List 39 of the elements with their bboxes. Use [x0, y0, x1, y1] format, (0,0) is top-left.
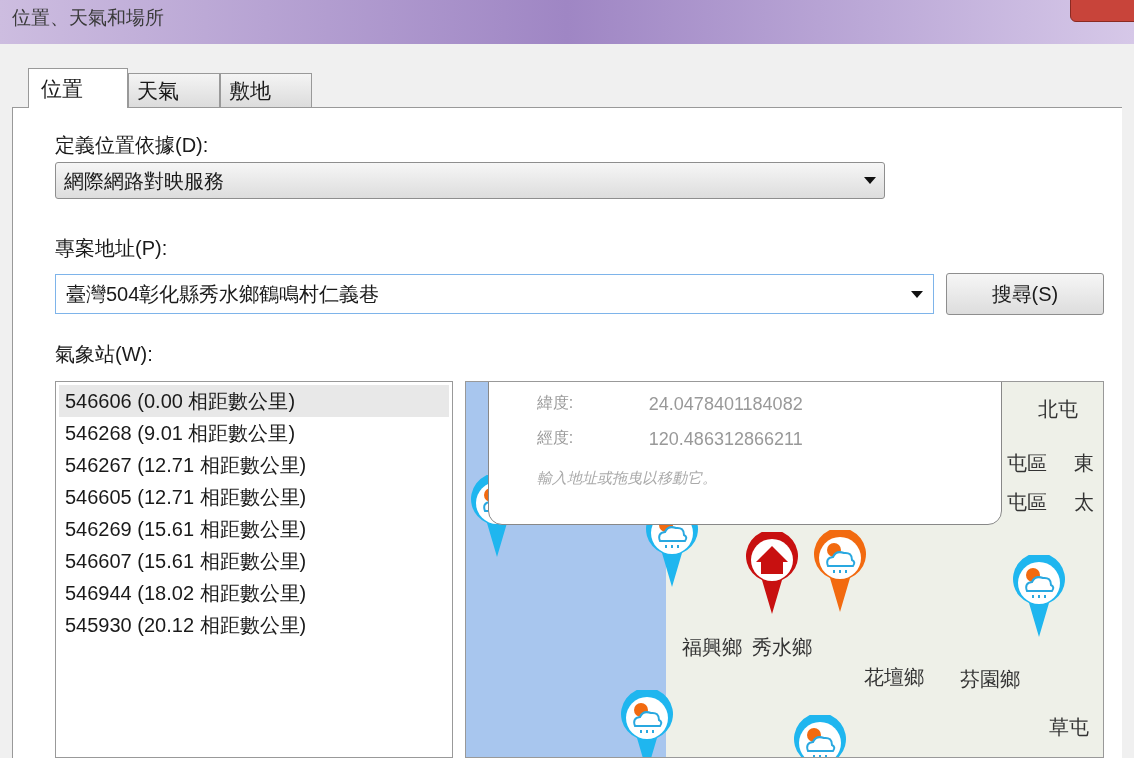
station-item[interactable]: 546607 (15.61 相距數公里): [59, 545, 449, 577]
popup-hint: 輸入地址或拖曳以移動它。: [536, 468, 718, 488]
station-item[interactable]: 545930 (20.12 相距數公里): [59, 609, 449, 641]
coordinate-label: 經度:: [536, 428, 575, 448]
place-label: 福興鄉: [681, 635, 742, 660]
station-item[interactable]: 546944 (18.02 相距數公里): [59, 577, 449, 609]
map[interactable]: 北屯 屯區 東 屯區 太 福興鄉 秀水鄉 花壇鄉 芬園鄉 草屯 緯度: 24.0478401184082 經度: 120.486312866211 輸入地址或拖曳以移動它。: [464, 381, 1104, 758]
place-label: 東: [1073, 451, 1094, 476]
station-item[interactable]: 546606 (0.00 相距數公里): [59, 385, 449, 417]
location-source-dropdown[interactable]: 網際網路對映服務: [55, 162, 885, 199]
address-combobox[interactable]: 臺灣504彰化縣秀水鄉鶴鳴村仁義巷: [55, 274, 934, 314]
field-label: 氣象站(W):: [55, 342, 154, 367]
place-label: 芬園鄉: [959, 667, 1020, 692]
place-label: 草屯: [1048, 715, 1089, 740]
place-label: 屯區: [1006, 490, 1047, 515]
station-item[interactable]: 546267 (12.71 相距數公里): [59, 449, 449, 481]
place-label: 屯區: [1006, 451, 1047, 476]
address-value: 臺灣504彰化縣秀水鄉鶴鳴村仁義巷: [66, 282, 380, 307]
coordinate-value: 120.486312866211: [648, 428, 803, 451]
search-button[interactable]: 搜尋(S): [945, 273, 1104, 315]
dropdown-arrow-icon: [910, 290, 923, 298]
tab[interactable]: 天氣: [128, 73, 220, 107]
window-title: 位置、天氣和場所: [11, 6, 164, 30]
tab[interactable]: 位置: [28, 68, 128, 108]
coordinate-label: 緯度:: [536, 393, 575, 413]
place-label: 花壇鄉: [863, 665, 924, 690]
tab[interactable]: 敷地: [220, 73, 312, 107]
place-label: 秀水鄉: [751, 635, 812, 660]
place-label: 北屯: [1037, 397, 1078, 422]
weather-pin-icon[interactable]: [618, 690, 675, 757]
coordinate-value: 24.0478401184082: [648, 393, 803, 416]
dropdown-value: 網際網路對映服務: [64, 168, 224, 194]
station-item[interactable]: 546269 (15.61 相距數公里): [59, 513, 449, 545]
station-item[interactable]: 546268 (9.01 相距數公里): [59, 417, 449, 449]
place-label: 太: [1073, 490, 1094, 515]
dropdown-arrow-icon: [864, 177, 876, 184]
field-label: 定義位置依據(D):: [55, 133, 210, 158]
station-item[interactable]: 546605 (12.71 相距數公里): [59, 481, 449, 513]
field-label: 專案地址(P):: [55, 236, 169, 261]
